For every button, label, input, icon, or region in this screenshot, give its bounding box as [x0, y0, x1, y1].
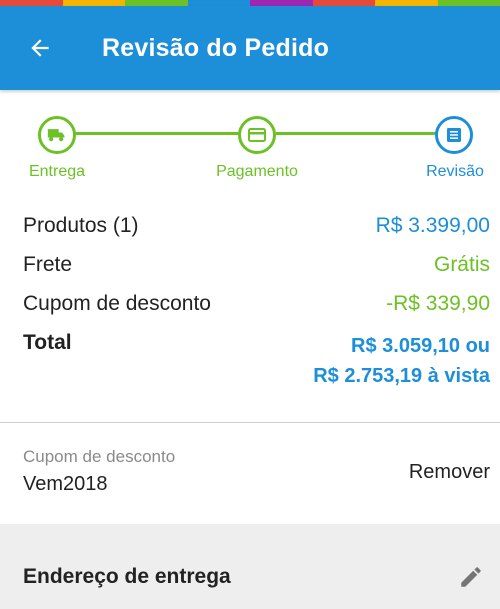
discount-label: Cupom de desconto: [23, 292, 211, 315]
step-connector: [276, 132, 436, 135]
shipping-label: Frete: [23, 253, 73, 276]
step-revisao[interactable]: [435, 116, 473, 154]
total-value-line2: R$ 2.753,19 à vista: [313, 365, 490, 387]
total-label: Total: [23, 331, 72, 354]
shipping-value: Grátis: [433, 253, 490, 276]
divider: [0, 422, 500, 423]
back-button[interactable]: [0, 6, 80, 90]
step-connector: [72, 132, 240, 135]
credit-card-icon: [248, 128, 266, 142]
page-title: Revisão do Pedido: [102, 33, 330, 62]
pencil-icon: [461, 567, 481, 587]
address-title: Endereço de entrega: [23, 565, 231, 588]
step-label-entrega: Entrega: [28, 163, 86, 180]
step-entrega[interactable]: [38, 116, 76, 154]
edit-address-button[interactable]: [456, 562, 486, 592]
remove-coupon-button[interactable]: Remover: [409, 461, 490, 484]
step-pagamento[interactable]: [238, 116, 276, 154]
summary-row-discount: Cupom de desconto -R$ 339,90: [23, 292, 490, 316]
list-icon: [447, 128, 461, 142]
total-value: R$ 3.059,10 ou R$ 2.753,19 à vista: [313, 331, 490, 391]
step-label-revisao: Revisão: [426, 163, 484, 180]
discount-value: -R$ 339,90: [386, 292, 490, 315]
truck-icon: [47, 129, 65, 142]
summary-row-products: Produtos (1) R$ 3.399,00: [23, 214, 490, 238]
summary-row-total: Total R$ 3.059,10 ou R$ 2.753,19 à vista: [23, 331, 490, 391]
app-bar: Revisão do Pedido: [0, 6, 500, 90]
coupon-section: Cupom de desconto Vem2018 Remover: [23, 447, 490, 496]
products-value: R$ 3.399,00: [375, 214, 490, 237]
checkout-stepper: Entrega Pagamento Revisão: [0, 90, 500, 190]
address-section: Endereço de entrega: [0, 524, 500, 609]
arrow-left-icon: [31, 39, 49, 57]
products-label: Produtos (1): [23, 214, 139, 237]
total-value-line1: R$ 3.059,10 ou: [351, 335, 490, 357]
summary-row-shipping: Frete Grátis: [23, 253, 490, 277]
step-label-pagamento: Pagamento: [216, 163, 298, 180]
